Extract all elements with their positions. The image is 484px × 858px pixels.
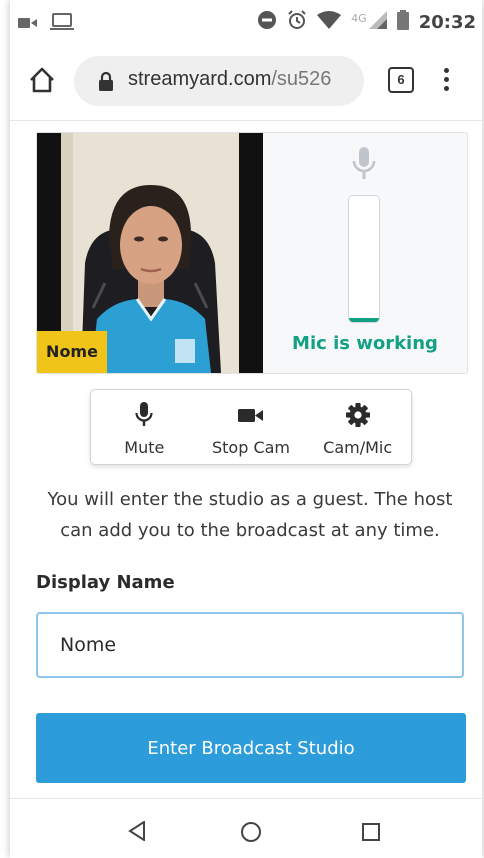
cam-mic-settings-button[interactable]: Cam/Mic <box>304 390 411 464</box>
lock-icon <box>98 71 114 95</box>
alarm-icon <box>287 10 307 34</box>
more-options-icon[interactable] <box>444 68 450 95</box>
mic-level-meter <box>348 195 380 323</box>
cam-mic-label: Cam/Mic <box>323 438 393 457</box>
enter-broadcast-studio-button[interactable]: Enter Broadcast Studio <box>36 713 466 783</box>
toolbar-divider <box>10 120 482 121</box>
home-icon[interactable] <box>28 66 56 98</box>
browser-toolbar: streamyard.com/su526 6 <box>10 48 482 120</box>
stop-cam-button[interactable]: Stop Cam <box>198 390 305 464</box>
mute-label: Mute <box>124 438 165 457</box>
url-domain: streamyard.com <box>128 68 272 90</box>
mic-check-panel: Mic is working <box>263 133 467 373</box>
status-bar: 4G 20:32 <box>10 0 482 48</box>
clock: 20:32 <box>418 11 476 33</box>
battery-icon <box>396 10 409 34</box>
display-name-input[interactable] <box>36 612 464 678</box>
laptop-icon <box>50 13 74 35</box>
gear-icon <box>304 402 411 428</box>
mic-status-text: Mic is working <box>292 333 438 354</box>
camera-icon <box>198 402 305 428</box>
wifi-icon <box>317 11 342 33</box>
system-nav-bar <box>10 798 482 858</box>
phone-screen: 4G 20:32 streamyard.com/su526 6 Nome Mic… <box>10 0 482 858</box>
stop-cam-label: Stop Cam <box>211 438 291 457</box>
home-nav-icon[interactable] <box>240 821 262 847</box>
url-text: streamyard.com/su526 <box>128 68 360 91</box>
media-controls: Mute Stop Cam Cam/Mic <box>90 389 412 465</box>
url-path: /su526 <box>271 68 332 90</box>
name-tag: Nome <box>37 331 107 373</box>
signal-icon <box>368 11 387 33</box>
display-name-label: Display Name <box>36 572 175 593</box>
address-bar[interactable]: streamyard.com/su526 <box>74 56 364 106</box>
microphone-icon <box>91 402 198 428</box>
do-not-disturb-icon <box>257 10 277 34</box>
back-icon[interactable] <box>128 820 146 845</box>
recent-apps-icon[interactable] <box>362 823 380 845</box>
tab-switcher-button[interactable]: 6 <box>388 67 414 93</box>
mic-level-fill <box>349 318 379 322</box>
media-preview: Nome Mic is working <box>36 132 468 374</box>
guest-info-text: You will enter the studio as a guest. Th… <box>47 489 453 541</box>
network-type: 4G <box>351 11 367 25</box>
camera-preview: Nome <box>37 133 263 373</box>
video-notification-icon <box>18 15 38 34</box>
mute-button[interactable]: Mute <box>91 390 198 464</box>
microphone-icon <box>351 147 377 185</box>
